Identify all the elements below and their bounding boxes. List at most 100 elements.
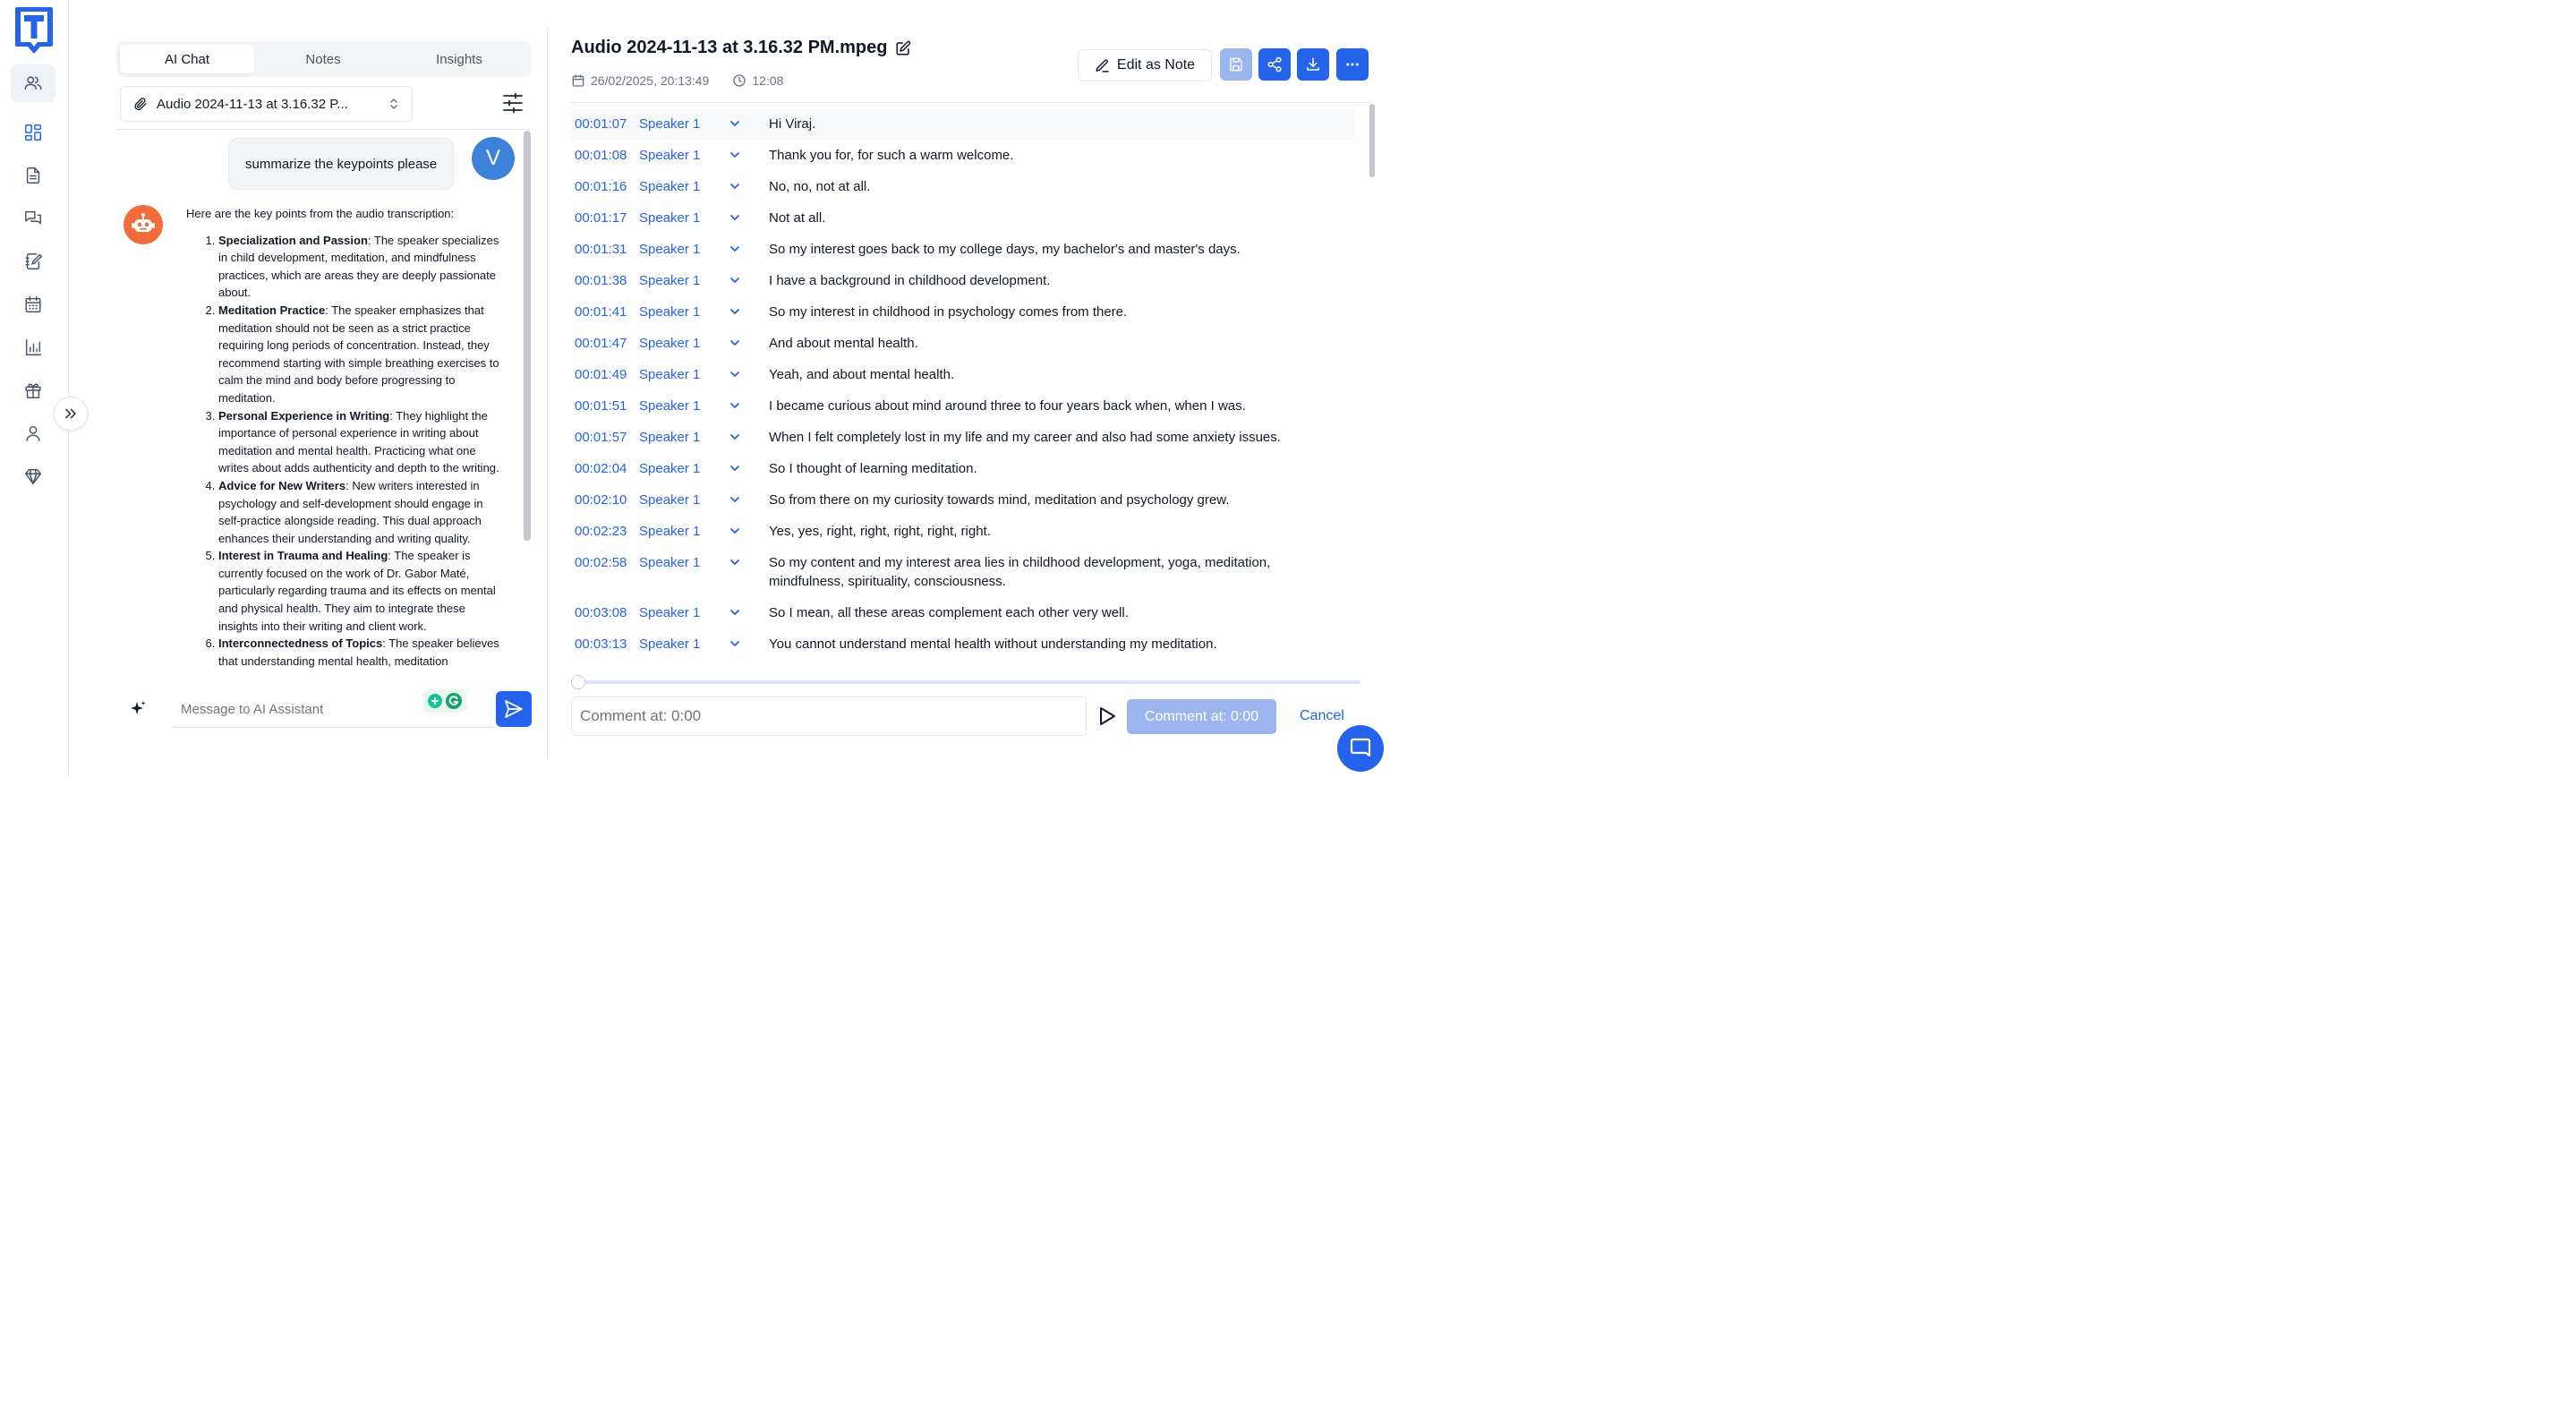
row-text[interactable]: Thank you for, for such a warm welcome. xyxy=(769,146,1354,165)
transcript-row[interactable]: 00:01:38 Speaker 1 I have a background in … xyxy=(571,265,1354,296)
row-timestamp[interactable]: 00:01:47 xyxy=(575,334,639,353)
edit-as-note-button[interactable]: Edit as Note xyxy=(1078,49,1212,81)
transcript-row[interactable]: 00:03:13 Speaker 1 You cannot understand m… xyxy=(571,628,1354,660)
row-speaker[interactable]: Speaker 1 xyxy=(639,491,729,509)
row-timestamp[interactable]: 00:02:10 xyxy=(575,491,639,509)
row-text[interactable]: No, no, not at all. xyxy=(769,177,1354,196)
speaker-dropdown-chevron-down-icon[interactable] xyxy=(729,271,769,286)
speaker-dropdown-chevron-down-icon[interactable] xyxy=(729,365,769,380)
row-timestamp[interactable]: 00:01:07 xyxy=(575,115,639,133)
row-text[interactable]: So my interest goes back to my college d… xyxy=(769,240,1354,259)
row-timestamp[interactable]: 00:01:16 xyxy=(575,177,639,196)
transcript-row[interactable]: 00:01:17 Speaker 1 Not at all. xyxy=(571,202,1354,234)
transcript-row[interactable]: 00:02:23 Speaker 1 Yes, yes, right, right,… xyxy=(571,516,1354,547)
row-timestamp[interactable]: 00:01:31 xyxy=(575,240,639,259)
share-button[interactable] xyxy=(1258,48,1291,81)
sparkle-icon[interactable] xyxy=(129,700,147,718)
row-text[interactable]: You cannot understand mental health with… xyxy=(769,635,1354,654)
row-speaker[interactable]: Speaker 1 xyxy=(639,240,729,259)
comment-input[interactable] xyxy=(571,696,1087,736)
playback-track[interactable] xyxy=(578,680,1361,684)
row-text[interactable]: Yes, yes, right, right, right, right, ri… xyxy=(769,522,1354,541)
transcript-row[interactable]: 00:01:41 Speaker 1 So my interest in child… xyxy=(571,296,1354,328)
playback-slider[interactable] xyxy=(571,675,1361,689)
nav-item-rewards[interactable] xyxy=(11,372,55,409)
grammarly-widget[interactable] xyxy=(423,689,466,713)
transcript-row[interactable]: 00:01:08 Speaker 1 Thank you for, for such… xyxy=(571,140,1354,171)
speaker-dropdown-chevron-down-icon[interactable] xyxy=(729,397,769,412)
transcript-row[interactable]: 00:02:58 Speaker 1 So my content and my in… xyxy=(571,547,1354,597)
speaker-dropdown-chevron-down-icon[interactable] xyxy=(729,459,769,474)
row-speaker[interactable]: Speaker 1 xyxy=(639,397,729,415)
nav-item-chats[interactable] xyxy=(11,200,55,237)
transcript-row[interactable]: 00:01:16 Speaker 1 No, no, not at all. xyxy=(571,171,1354,202)
row-text[interactable]: So from there on my curiosity towards mi… xyxy=(769,491,1354,509)
transcript-row[interactable]: 00:01:47 Speaker 1 And about mental health… xyxy=(571,328,1354,359)
row-speaker[interactable]: Speaker 1 xyxy=(639,115,729,133)
row-timestamp[interactable]: 00:01:08 xyxy=(575,146,639,165)
playback-thumb[interactable] xyxy=(571,675,585,689)
speaker-dropdown-chevron-down-icon[interactable] xyxy=(729,522,769,537)
nav-item-calendar[interactable] xyxy=(11,286,55,323)
speaker-dropdown-chevron-down-icon[interactable] xyxy=(729,553,769,568)
transcript-row[interactable]: 00:01:31 Speaker 1 So my interest goes bac… xyxy=(571,234,1354,265)
transcript-row[interactable]: 00:01:57 Speaker 1 When I felt completely … xyxy=(571,422,1354,453)
row-speaker[interactable]: Speaker 1 xyxy=(639,177,729,196)
speaker-dropdown-chevron-down-icon[interactable] xyxy=(729,115,769,130)
transcript-scrollbar[interactable] xyxy=(1369,104,1375,177)
row-text[interactable]: Yeah, and about mental health. xyxy=(769,365,1354,384)
transcript-row[interactable]: 00:02:10 Speaker 1 So from there on my cur… xyxy=(571,484,1354,516)
row-text[interactable]: I have a background in childhood develop… xyxy=(769,271,1354,290)
speaker-dropdown-chevron-down-icon[interactable] xyxy=(729,209,769,224)
nav-item-documents[interactable] xyxy=(11,157,55,194)
transcript-row[interactable]: 00:01:51 Speaker 1 I became curious about … xyxy=(571,390,1354,422)
row-text[interactable]: When I felt completely lost in my life a… xyxy=(769,428,1354,447)
audio-file-select[interactable]: Audio 2024-11-13 at 3.16.32 P... xyxy=(120,86,413,122)
transcript-row[interactable]: 00:02:04 Speaker 1 So I thought of learnin… xyxy=(571,453,1354,484)
nav-item-notes[interactable] xyxy=(11,243,55,280)
app-logo[interactable] xyxy=(13,5,55,56)
row-timestamp[interactable]: 00:02:58 xyxy=(575,553,639,572)
cancel-button[interactable]: Cancel xyxy=(1300,708,1344,724)
add-comment-button[interactable]: Comment at: 0:00 xyxy=(1127,699,1276,734)
row-speaker[interactable]: Speaker 1 xyxy=(639,303,729,321)
nav-item-dashboard[interactable] xyxy=(11,114,55,151)
row-speaker[interactable]: Speaker 1 xyxy=(639,428,729,447)
speaker-dropdown-chevron-down-icon[interactable] xyxy=(729,240,769,255)
row-timestamp[interactable]: 00:01:38 xyxy=(575,271,639,290)
row-speaker[interactable]: Speaker 1 xyxy=(639,334,729,353)
nav-item-users[interactable] xyxy=(11,64,55,102)
row-speaker[interactable]: Speaker 1 xyxy=(639,146,729,165)
speaker-dropdown-chevron-down-icon[interactable] xyxy=(729,177,769,192)
save-button[interactable] xyxy=(1220,48,1252,81)
row-text[interactable]: I became curious about mind around three… xyxy=(769,397,1354,415)
speaker-dropdown-chevron-down-icon[interactable] xyxy=(729,303,769,318)
play-button[interactable] xyxy=(1097,705,1117,727)
speaker-dropdown-chevron-down-icon[interactable] xyxy=(729,491,769,506)
row-timestamp[interactable]: 00:03:13 xyxy=(575,635,639,654)
row-speaker[interactable]: Speaker 1 xyxy=(639,522,729,541)
row-text[interactable]: Hi Viraj. xyxy=(769,115,1354,133)
nav-item-premium[interactable] xyxy=(11,457,55,495)
settings-sliders-icon[interactable] xyxy=(501,91,525,115)
tab-insights[interactable]: Insights xyxy=(392,45,526,73)
row-text[interactable]: So my content and my interest area lies … xyxy=(769,553,1354,591)
row-timestamp[interactable]: 00:01:17 xyxy=(575,209,639,227)
more-options-button[interactable] xyxy=(1336,48,1369,81)
row-speaker[interactable]: Speaker 1 xyxy=(639,365,729,384)
row-timestamp[interactable]: 00:01:57 xyxy=(575,428,639,447)
row-speaker[interactable]: Speaker 1 xyxy=(639,635,729,654)
speaker-dropdown-chevron-down-icon[interactable] xyxy=(729,146,769,161)
row-timestamp[interactable]: 00:01:41 xyxy=(575,303,639,321)
transcript-row[interactable]: 00:01:07 Speaker 1 Hi Viraj. xyxy=(571,108,1354,140)
row-speaker[interactable]: Speaker 1 xyxy=(639,271,729,290)
row-text[interactable]: So my interest in childhood in psycholog… xyxy=(769,303,1354,321)
speaker-dropdown-chevron-down-icon[interactable] xyxy=(729,603,769,619)
download-button[interactable] xyxy=(1297,48,1329,81)
expand-sidebar-button[interactable] xyxy=(54,397,88,431)
tab-ai-chat[interactable]: AI Chat xyxy=(120,45,254,73)
row-timestamp[interactable]: 00:02:23 xyxy=(575,522,639,541)
chat-scrollbar[interactable] xyxy=(524,131,531,541)
row-timestamp[interactable]: 00:03:08 xyxy=(575,603,639,622)
row-text[interactable]: And about mental health. xyxy=(769,334,1354,353)
